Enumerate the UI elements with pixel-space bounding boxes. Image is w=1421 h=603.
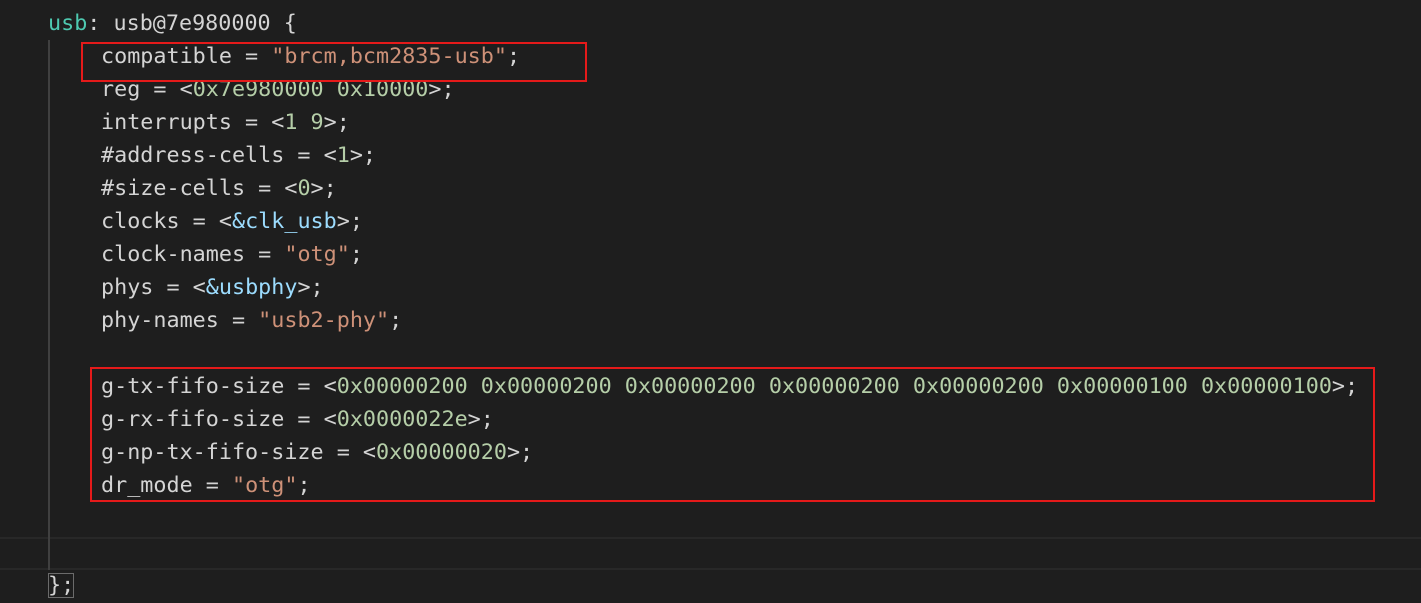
property-value: 1 9 — [284, 110, 324, 135]
node-colon: : — [87, 11, 114, 36]
property-key: interrupts — [101, 110, 232, 135]
property-terminator: >; — [336, 209, 363, 234]
code-line-address-cells[interactable]: #address-cells = <1>; — [101, 139, 376, 172]
code-line-phys[interactable]: phys = <&usbphy>; — [101, 271, 324, 304]
property-operator: = — [218, 308, 259, 333]
node-open-brace: { — [270, 11, 297, 36]
code-line-clock-names[interactable]: clock-names = "otg"; — [101, 238, 363, 271]
code-line-clocks[interactable]: clocks = <&clk_usb>; — [101, 205, 363, 238]
property-key: #size-cells — [101, 176, 246, 201]
code-editor[interactable]: usb: usb@7e980000 { compatible = "brcm,b… — [0, 0, 1421, 603]
highlight-box-fifo-settings — [90, 367, 1375, 502]
code-line-interrupts[interactable]: interrupts = <1 9>; — [101, 106, 350, 139]
property-operator: = < — [153, 275, 206, 300]
node-footer-line[interactable]: }; — [48, 569, 75, 602]
property-value: "usb2-phy" — [258, 308, 390, 333]
property-operator: = < — [231, 110, 285, 135]
property-key: phy-names — [101, 308, 219, 333]
property-operator: = < — [284, 143, 337, 168]
property-key: phys — [101, 275, 154, 300]
property-terminator: >; — [310, 176, 337, 201]
current-line-highlight — [0, 537, 1421, 570]
property-value: &usbphy — [205, 275, 298, 300]
property-value: 0 — [297, 176, 311, 201]
property-value: 1 — [336, 143, 350, 168]
property-value: &clk_usb — [231, 209, 337, 234]
property-key: clock-names — [101, 242, 246, 267]
highlight-box-compatible — [81, 42, 587, 82]
property-operator: = < — [179, 209, 232, 234]
code-line-phy-names[interactable]: phy-names = "usb2-phy"; — [101, 304, 402, 337]
property-key: clocks — [101, 209, 180, 234]
node-header-line[interactable]: usb: usb@7e980000 { — [48, 7, 297, 40]
property-terminator: ; — [389, 308, 403, 333]
code-line-size-cells[interactable]: #size-cells = <0>; — [101, 172, 337, 205]
node-close-brace: }; — [48, 573, 75, 598]
property-operator: = — [245, 242, 285, 267]
property-key: #address-cells — [101, 143, 285, 168]
property-terminator: >; — [297, 275, 324, 300]
property-terminator: ; — [349, 242, 363, 267]
node-name: usb@7e980000 — [113, 11, 271, 36]
property-terminator: >; — [349, 143, 377, 168]
property-terminator: >; — [323, 110, 350, 135]
property-value: "otg" — [284, 242, 350, 267]
node-label: usb — [48, 11, 88, 36]
property-operator: = < — [245, 176, 298, 201]
indent-guide — [48, 40, 50, 570]
